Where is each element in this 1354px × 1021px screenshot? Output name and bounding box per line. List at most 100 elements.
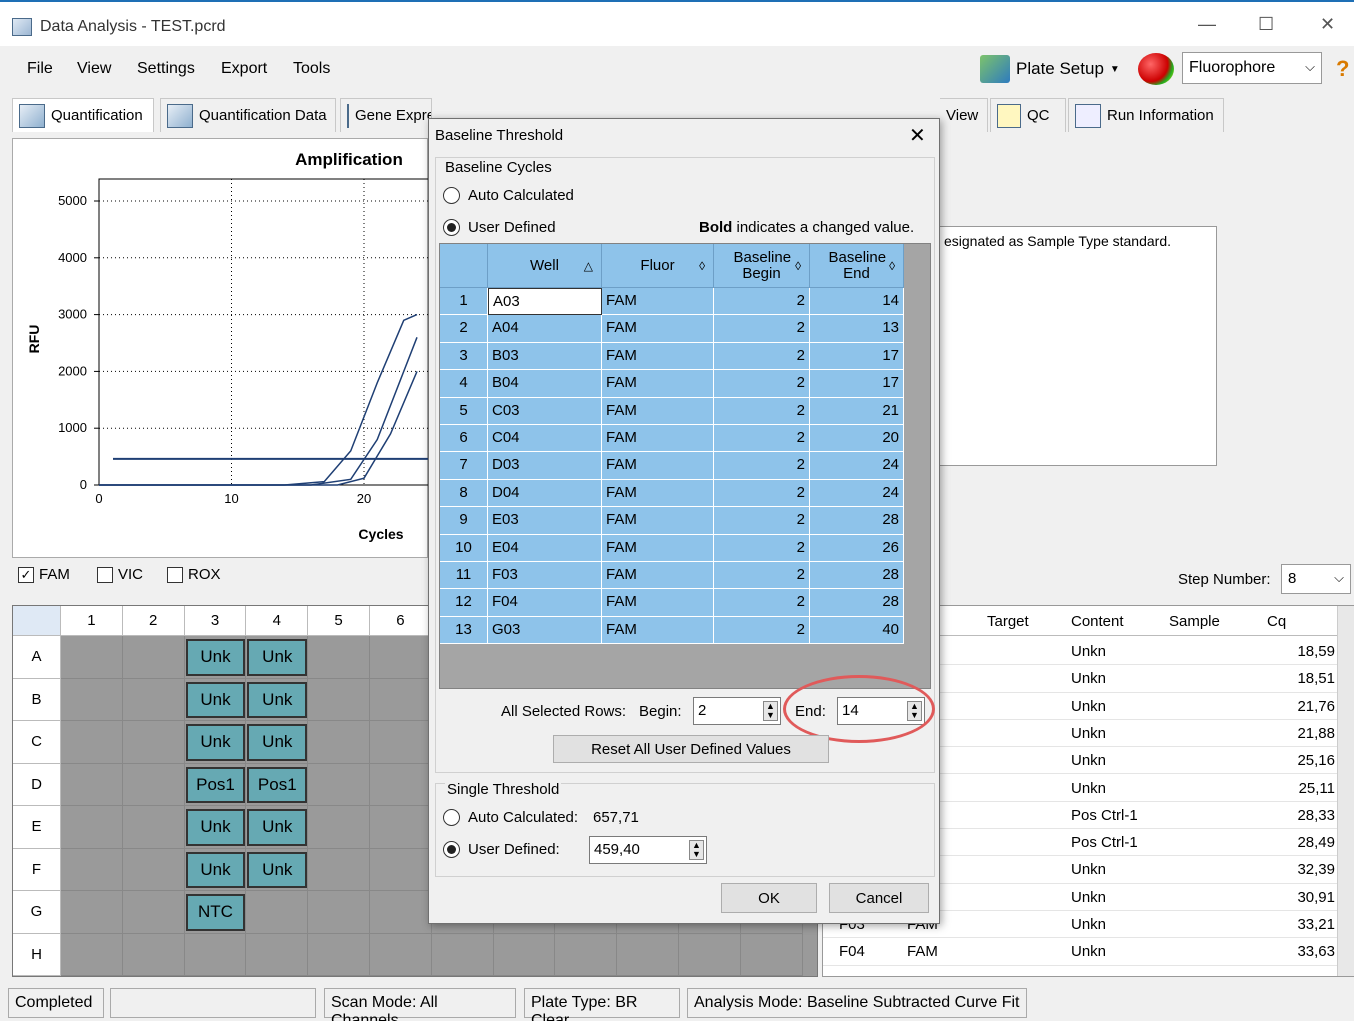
grid-baseline-begin[interactable]: 2 <box>714 288 810 316</box>
dialog-close-button[interactable]: ✕ <box>909 123 926 148</box>
plate-well-empty[interactable] <box>493 933 556 976</box>
grid-baseline-end[interactable]: 13 <box>810 315 904 343</box>
plate-well[interactable]: Unk <box>185 724 246 761</box>
grid-baseline-begin[interactable]: 2 <box>714 452 810 480</box>
plate-well[interactable]: NTC <box>185 894 246 931</box>
plate-well-empty[interactable] <box>122 636 185 679</box>
plate-column-header[interactable]: 3 <box>184 606 247 636</box>
grid-baseline-end[interactable]: 26 <box>810 534 904 562</box>
grid-corner[interactable] <box>440 244 488 288</box>
results-column-header[interactable]: Cq <box>1267 613 1286 630</box>
plate-well-empty[interactable] <box>308 678 370 721</box>
grid-baseline-begin[interactable]: 2 <box>714 315 810 343</box>
plate-well-empty[interactable] <box>122 806 185 849</box>
threshold-user-radio[interactable]: User Defined: <box>443 841 560 858</box>
plate-row-header[interactable]: G <box>13 891 61 934</box>
plate-well-empty[interactable] <box>122 763 185 806</box>
grid-baseline-end[interactable]: 21 <box>810 397 904 425</box>
grid-row[interactable]: 5 C03 FAM 2 21 <box>440 397 904 425</box>
plate-well[interactable]: Unk <box>247 809 308 846</box>
grid-row[interactable]: 3 B03 FAM 2 17 <box>440 342 904 371</box>
plate-well-empty[interactable] <box>308 721 370 764</box>
close-button[interactable]: ✕ <box>1320 14 1335 35</box>
plate-well-empty[interactable] <box>370 721 432 764</box>
tab-quantification-data[interactable]: Quantification Data <box>160 98 336 132</box>
plate-row-header[interactable]: F <box>13 848 61 891</box>
plate-well[interactable]: Unk <box>185 639 246 676</box>
grid-baseline-end[interactable]: 28 <box>810 507 904 535</box>
plate-well[interactable]: Unk <box>247 681 308 718</box>
tab-quantification[interactable]: Quantification <box>12 98 154 132</box>
tab-qc[interactable]: QC <box>990 98 1066 132</box>
tab-run-information[interactable]: Run Information <box>1068 98 1224 132</box>
tab-custom-data-view[interactable]: View <box>940 98 988 132</box>
plate-well-empty[interactable] <box>370 891 432 934</box>
grid-row[interactable]: 8 D04 FAM 2 24 <box>440 479 904 508</box>
grid-row[interactable]: 12 F04 FAM 2 28 <box>440 589 904 617</box>
checkbox-fam[interactable]: ✓ FAM <box>18 566 70 583</box>
plate-well-empty[interactable] <box>61 678 123 721</box>
plate-row-header[interactable]: E <box>13 806 61 849</box>
plate-well-empty[interactable] <box>122 891 185 934</box>
grid-baseline-begin[interactable]: 2 <box>714 507 810 535</box>
threshold-auto-radio[interactable]: Auto Calculated: <box>443 809 578 826</box>
results-column-header[interactable]: Target <box>987 613 1029 630</box>
plate-corner[interactable] <box>13 606 61 636</box>
plate-well-empty[interactable] <box>370 678 432 721</box>
plate-well[interactable]: Pos1 <box>185 766 246 803</box>
plate-well-empty[interactable] <box>61 763 123 806</box>
grid-baseline-begin[interactable]: 2 <box>714 370 810 398</box>
fluorophore-select[interactable]: Fluorophore ⌵ <box>1182 52 1322 84</box>
grid-baseline-begin[interactable]: 2 <box>714 589 810 617</box>
plate-well-empty[interactable] <box>308 636 370 679</box>
begin-spinner[interactable]: 2 ▲ ▼ <box>693 697 781 725</box>
plate-well[interactable]: Unk <box>185 681 246 718</box>
plate-well-empty[interactable] <box>246 933 309 976</box>
plate-well-empty[interactable] <box>61 636 123 679</box>
plate-column-header[interactable]: 5 <box>308 606 370 636</box>
grid-header-fluor[interactable]: Fluor ◊ <box>602 244 714 288</box>
plate-well-empty[interactable] <box>184 933 247 976</box>
grid-baseline-end[interactable]: 14 <box>810 288 904 316</box>
plate-well-empty[interactable] <box>370 848 432 891</box>
plate-well-empty[interactable] <box>555 933 618 976</box>
plate-well-empty[interactable] <box>740 933 803 976</box>
baseline-user-radio[interactable]: User Defined <box>443 219 556 236</box>
grid-baseline-begin[interactable]: 2 <box>714 425 810 453</box>
grid-header-begin[interactable]: Baseline Begin ◊ <box>714 244 810 288</box>
plate-well[interactable]: Unk <box>247 724 308 761</box>
grid-baseline-begin[interactable]: 2 <box>714 479 810 508</box>
plate-column-header[interactable]: 2 <box>122 606 185 636</box>
grid-baseline-begin[interactable]: 2 <box>714 534 810 562</box>
plate-column-header[interactable]: 4 <box>246 606 309 636</box>
grid-row[interactable]: 1 A03 FAM 2 14 <box>440 288 904 316</box>
grid-baseline-begin[interactable]: 2 <box>714 562 810 590</box>
plate-well-empty[interactable] <box>370 806 432 849</box>
menu-tools[interactable]: Tools <box>293 60 330 78</box>
step-number-select[interactable]: 8 ⌵ <box>1281 564 1351 594</box>
plate-row-header[interactable]: A <box>13 636 61 679</box>
results-scrollbar[interactable] <box>1337 606 1354 976</box>
plate-well-empty[interactable] <box>122 678 185 721</box>
results-column-header[interactable]: Content <box>1071 613 1124 630</box>
maximize-button[interactable]: ☐ <box>1258 14 1274 35</box>
plate-row-header[interactable]: D <box>13 763 61 806</box>
plate-well[interactable]: Unk <box>185 851 246 888</box>
plate-well-empty[interactable] <box>246 891 309 934</box>
grid-row[interactable]: 4 B04 FAM 2 17 <box>440 370 904 398</box>
checkbox-rox[interactable]: ROX <box>167 566 221 583</box>
plate-well-empty[interactable] <box>122 721 185 764</box>
grid-baseline-end[interactable]: 40 <box>810 616 904 645</box>
plate-setup-button[interactable]: Plate Setup ▼ <box>980 52 1120 86</box>
checkbox-vic[interactable]: VIC <box>97 566 143 583</box>
grid-row[interactable]: 9 E03 FAM 2 28 <box>440 507 904 535</box>
plate-well-empty[interactable] <box>308 891 370 934</box>
grid-baseline-end[interactable]: 17 <box>810 370 904 398</box>
plate-well-empty[interactable] <box>61 806 123 849</box>
plate-well-empty[interactable] <box>617 933 679 976</box>
menu-view[interactable]: View <box>77 60 111 78</box>
plate-well-empty[interactable] <box>122 848 185 891</box>
plate-well[interactable]: Unk <box>247 851 308 888</box>
grid-baseline-end[interactable]: 28 <box>810 562 904 590</box>
plate-row-header[interactable]: C <box>13 721 61 764</box>
